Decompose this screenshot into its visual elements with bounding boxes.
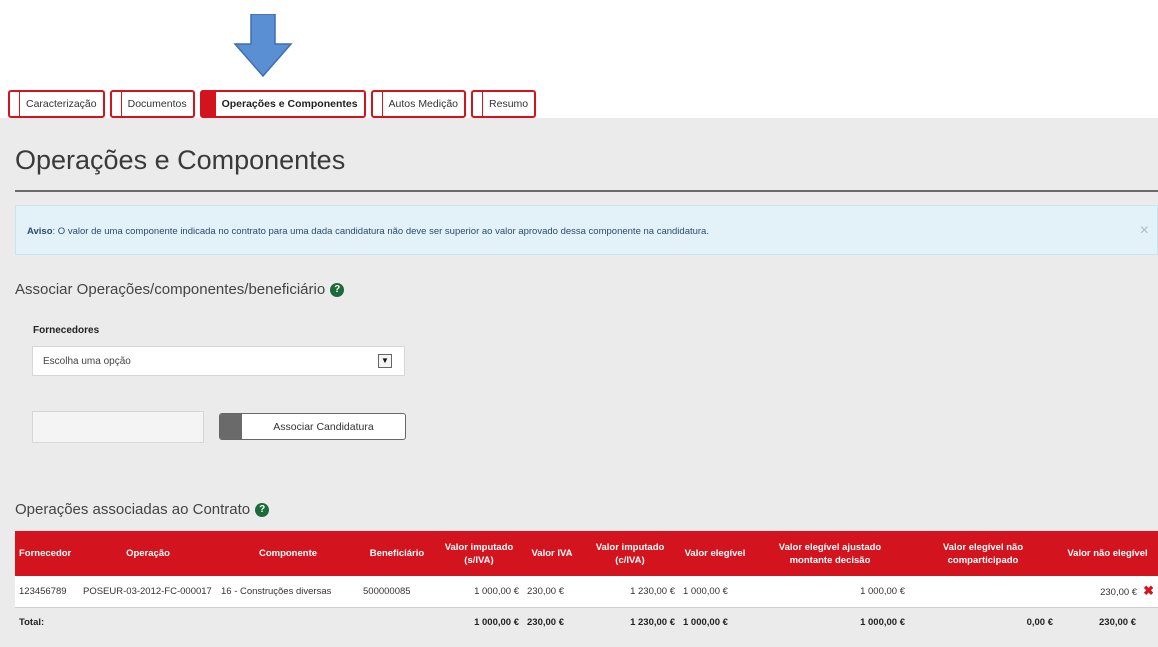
section-title: Operações associadas ao Contrato — [15, 501, 251, 518]
alert-prefix: Aviso — [27, 226, 53, 237]
tab-resumo[interactable]: Resumo — [471, 90, 537, 118]
total-valor-elegivel-ajustado: 1 000,00 € — [860, 616, 905, 628]
tab-caracterizacao[interactable]: Caracterização — [8, 90, 105, 118]
cell-valor-elegivel: 1 000,00 € — [679, 576, 751, 608]
tab-label: Resumo — [489, 98, 529, 110]
suppliers-select[interactable]: Escolha uma opção ▼ — [32, 346, 405, 376]
col-operacao[interactable]: Operação — [79, 531, 217, 576]
header-line: comparticipado — [947, 554, 1019, 566]
total-empty — [217, 607, 359, 637]
cell-valor-nao-elegivel: 230,00 € ✖ — [1057, 576, 1158, 608]
col-beneficiario[interactable]: Beneficiário — [359, 531, 435, 576]
cell-value: 230,00 € — [1100, 587, 1138, 599]
tab-marker — [112, 92, 122, 116]
tab-marker — [473, 92, 484, 116]
total-valor-iva: 230,00 € — [527, 616, 564, 628]
tab-label: Caracterização — [26, 98, 97, 110]
help-icon[interactable]: ? — [330, 282, 345, 297]
header-line: Valor imputado — [595, 541, 665, 553]
table-header-row: Fornecedor Operação Componente Beneficiá… — [15, 531, 1158, 576]
help-icon[interactable]: ? — [255, 502, 270, 517]
cell-valor-elegivel-ajustado: 1 000,00 € — [751, 576, 909, 608]
section-title: Associar Operações/componentes/beneficiá… — [15, 281, 326, 298]
cell-beneficiario: 500000085 — [359, 576, 435, 608]
tab-marker — [201, 92, 216, 116]
button-toggle-knob — [220, 414, 242, 439]
tab-label: Autos Medição — [388, 98, 459, 110]
tab-autos-medicao[interactable]: Autos Medição — [370, 90, 467, 118]
total-label: Total: — [19, 616, 45, 628]
tab-label: Documentos — [127, 98, 187, 110]
header-line: (c/IVA) — [615, 554, 645, 566]
suppliers-label: Fornecedores — [33, 325, 100, 336]
total-valor-elegivel: 1 000,00 € — [683, 616, 728, 628]
total-empty — [359, 607, 435, 637]
down-arrow-icon — [233, 14, 293, 78]
cell-valor-iva: 230,00 € — [523, 576, 581, 608]
col-valor-imputado-civa[interactable]: Valor imputado (c/IVA) — [581, 531, 679, 576]
total-valor-imputado-siva: 1 000,00 € — [474, 616, 519, 628]
delete-icon[interactable]: ✖ — [1143, 583, 1154, 598]
tab-marker — [373, 92, 383, 116]
total-valor-elegivel-nao-comp: 0,00 € — [1026, 616, 1053, 628]
table-row: 123456789 POSEUR-03-2012-FC-000017 16 - … — [15, 576, 1158, 608]
total-empty — [79, 607, 217, 637]
close-icon[interactable]: × — [1140, 222, 1149, 240]
tab-marker — [10, 92, 20, 116]
tab-operacoes-componentes[interactable]: Operações e Componentes — [199, 90, 366, 118]
header-line: montante decisão — [789, 554, 871, 566]
alert-text: : O valor de uma componente indicada no … — [52, 226, 709, 237]
button-label: Associar Candidatura — [273, 420, 374, 433]
chevron-down-icon[interactable]: ▼ — [378, 354, 392, 368]
warning-alert: Aviso: O valor de uma componente indicad… — [15, 205, 1158, 255]
title-divider — [15, 190, 1158, 192]
associate-section-heading: Associar Operações/componentes/beneficiá… — [15, 281, 345, 298]
candidatura-input[interactable] — [32, 411, 204, 443]
associate-candidatura-button[interactable]: Associar Candidatura — [219, 413, 406, 440]
col-valor-iva[interactable]: Valor IVA — [523, 531, 581, 576]
col-valor-elegivel[interactable]: Valor elegível — [679, 531, 751, 576]
tab-label: Operações e Componentes — [221, 98, 358, 110]
total-valor-nao-elegivel: 230,00 € — [1099, 616, 1136, 628]
header-line: Valor imputado — [444, 541, 514, 553]
cell-valor-imputado-civa: 1 230,00 € — [581, 576, 679, 608]
ops-section-heading: Operações associadas ao Contrato ? — [15, 501, 270, 518]
tab-documentos[interactable]: Documentos — [109, 90, 195, 118]
col-fornecedor[interactable]: Fornecedor — [15, 531, 79, 576]
cell-operacao: POSEUR-03-2012-FC-000017 — [79, 576, 217, 608]
col-valor-imputado-siva[interactable]: Valor imputado (s/IVA) — [435, 531, 523, 576]
col-valor-nao-elegivel[interactable]: Valor não elegível — [1057, 531, 1158, 576]
table-total-row: Total: 1 000,00 € 230,00 € 1 230,00 € 1 … — [15, 607, 1158, 637]
col-componente[interactable]: Componente — [217, 531, 359, 576]
operations-table: Fornecedor Operação Componente Beneficiá… — [15, 531, 1158, 637]
tab-bar: Caracterização Documentos Operações e Co… — [8, 90, 537, 118]
col-valor-elegivel-nao-comp[interactable]: Valor elegível não comparticipado — [909, 531, 1057, 576]
cell-valor-elegivel-nao-comp — [909, 576, 1057, 608]
suppliers-selected-value: Escolha uma opção — [43, 356, 131, 367]
header-line: Valor elegível ajustado — [778, 541, 882, 553]
header-line: Valor elegível não — [942, 541, 1024, 553]
header-line: (s/IVA) — [464, 554, 494, 566]
col-valor-elegivel-ajustado[interactable]: Valor elegível ajustado montante decisão — [751, 531, 909, 576]
total-valor-imputado-civa: 1 230,00 € — [630, 616, 675, 628]
cell-valor-imputado-siva: 1 000,00 € — [435, 576, 523, 608]
cell-fornecedor: 123456789 — [15, 576, 79, 608]
cell-componente: 16 - Construções diversas — [217, 576, 359, 608]
page-title: Operações e Componentes — [15, 145, 346, 175]
